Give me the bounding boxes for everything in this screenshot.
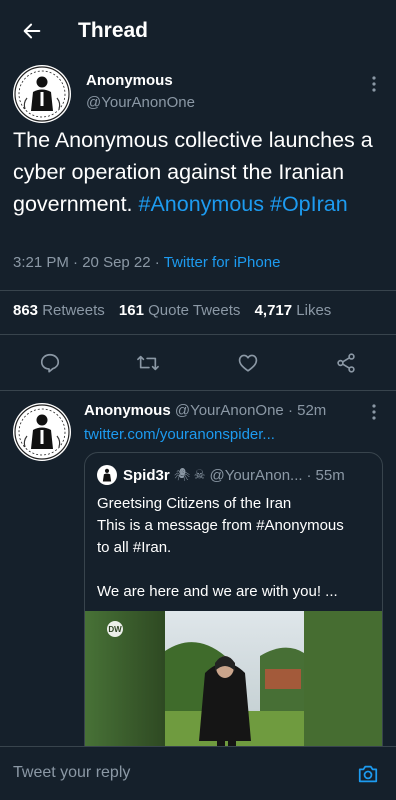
author-name[interactable]: Anonymous: [86, 72, 195, 89]
more-options-button[interactable]: [364, 72, 384, 96]
meta-separator: ·: [306, 466, 312, 484]
like-button[interactable]: [233, 348, 263, 378]
quote-time: 55m: [315, 466, 345, 484]
anonymous-logo-icon: [14, 66, 70, 122]
anonymous-logo-icon: [14, 404, 70, 460]
retweets-label: Retweets: [42, 302, 105, 319]
arrow-left-icon: [23, 23, 41, 39]
tweet-time: 3:21 PM: [13, 254, 69, 271]
quotes-count: 161: [118, 302, 144, 319]
tweet-meta: 3:21 PM · 20 Sep 22 · Twitter for iPhone: [13, 254, 280, 271]
reply-icon: [40, 353, 60, 373]
more-vertical-icon: [372, 76, 376, 92]
reply-input[interactable]: [13, 761, 333, 785]
page-title: Thread: [78, 19, 149, 42]
tweet-time: 52m: [297, 402, 327, 419]
quote-tweets-stat[interactable]: 161 Quote Tweets: [119, 302, 240, 319]
likes-label: Likes: [296, 302, 332, 319]
quote-line: to all #Iran.: [97, 539, 172, 556]
author-handle[interactable]: @YourAnonOne: [175, 402, 284, 419]
author-name[interactable]: Anonymous: [84, 402, 171, 419]
camera-button[interactable]: [356, 762, 380, 786]
quote-author-name: Spid3r: [123, 466, 170, 484]
more-options-button[interactable]: [364, 400, 384, 424]
divider: [0, 290, 396, 291]
divider: [0, 390, 396, 391]
tweet-link[interactable]: twitter.com/youranonspider...: [84, 426, 275, 443]
retweets-stat[interactable]: 863 Retweets: [13, 302, 105, 319]
divider: [0, 334, 396, 335]
quote-text: Greetsing Citizens of the Iran This is a…: [97, 493, 372, 603]
top-bar: Thread: [0, 0, 396, 62]
tweet-actions: [0, 348, 396, 378]
quote-header: Spid3r 🕷 ☠ @YourAnon... · 55m: [97, 465, 345, 485]
tweet-stats: 863 Retweets 161 Quote Tweets 4,717 Like…: [13, 302, 331, 319]
reply-composer: [0, 746, 396, 800]
quotes-label: Quote Tweets: [148, 302, 241, 319]
avatar[interactable]: [13, 65, 71, 123]
likes-count: 4,717: [254, 302, 293, 319]
author-block[interactable]: Anonymous @YourAnonOne: [86, 72, 195, 111]
author-handle[interactable]: @YourAnonOne: [86, 94, 195, 111]
tweet-source-link[interactable]: Twitter for iPhone: [164, 254, 281, 271]
share-icon: [337, 353, 355, 373]
avatar[interactable]: [13, 403, 71, 461]
meta-separator: ·: [287, 402, 293, 419]
reply-header: Anonymous @YourAnonOne · 52m: [84, 402, 326, 419]
hashtag-link[interactable]: #Anonymous: [139, 192, 265, 216]
quote-author-handle: @YourAnon...: [209, 466, 303, 484]
quote-author-emojis: 🕷 ☠: [173, 467, 206, 482]
media-badge: DW: [108, 625, 122, 634]
likes-stat[interactable]: 4,717 Likes: [255, 302, 332, 319]
more-vertical-icon: [372, 404, 376, 420]
like-icon: [238, 354, 258, 372]
camera-icon: [358, 765, 378, 783]
tweet-date: 20 Sep 22: [82, 254, 151, 271]
meta-separator: ·: [73, 254, 79, 271]
retweets-count: 863: [13, 302, 39, 319]
retweet-button[interactable]: [133, 348, 163, 378]
quote-line: This is a message from #Anonymous: [97, 517, 344, 534]
hashtag-link[interactable]: #OpIran: [270, 192, 348, 216]
quote-line: We are here and we are with you! ...: [97, 583, 338, 600]
reply-button[interactable]: [35, 348, 65, 378]
anonymous-logo-icon: [97, 465, 117, 485]
retweet-icon: [137, 355, 159, 371]
share-button[interactable]: [331, 348, 361, 378]
quote-line: Greetsing Citizens of the Iran: [97, 495, 292, 512]
back-button[interactable]: [16, 15, 48, 47]
quoted-tweet[interactable]: Spid3r 🕷 ☠ @YourAnon... · 55m Greetsing …: [84, 452, 383, 772]
tweet-text: The Anonymous collective launches a cybe…: [13, 124, 383, 220]
meta-separator: ·: [154, 254, 160, 271]
avatar: [97, 465, 117, 485]
